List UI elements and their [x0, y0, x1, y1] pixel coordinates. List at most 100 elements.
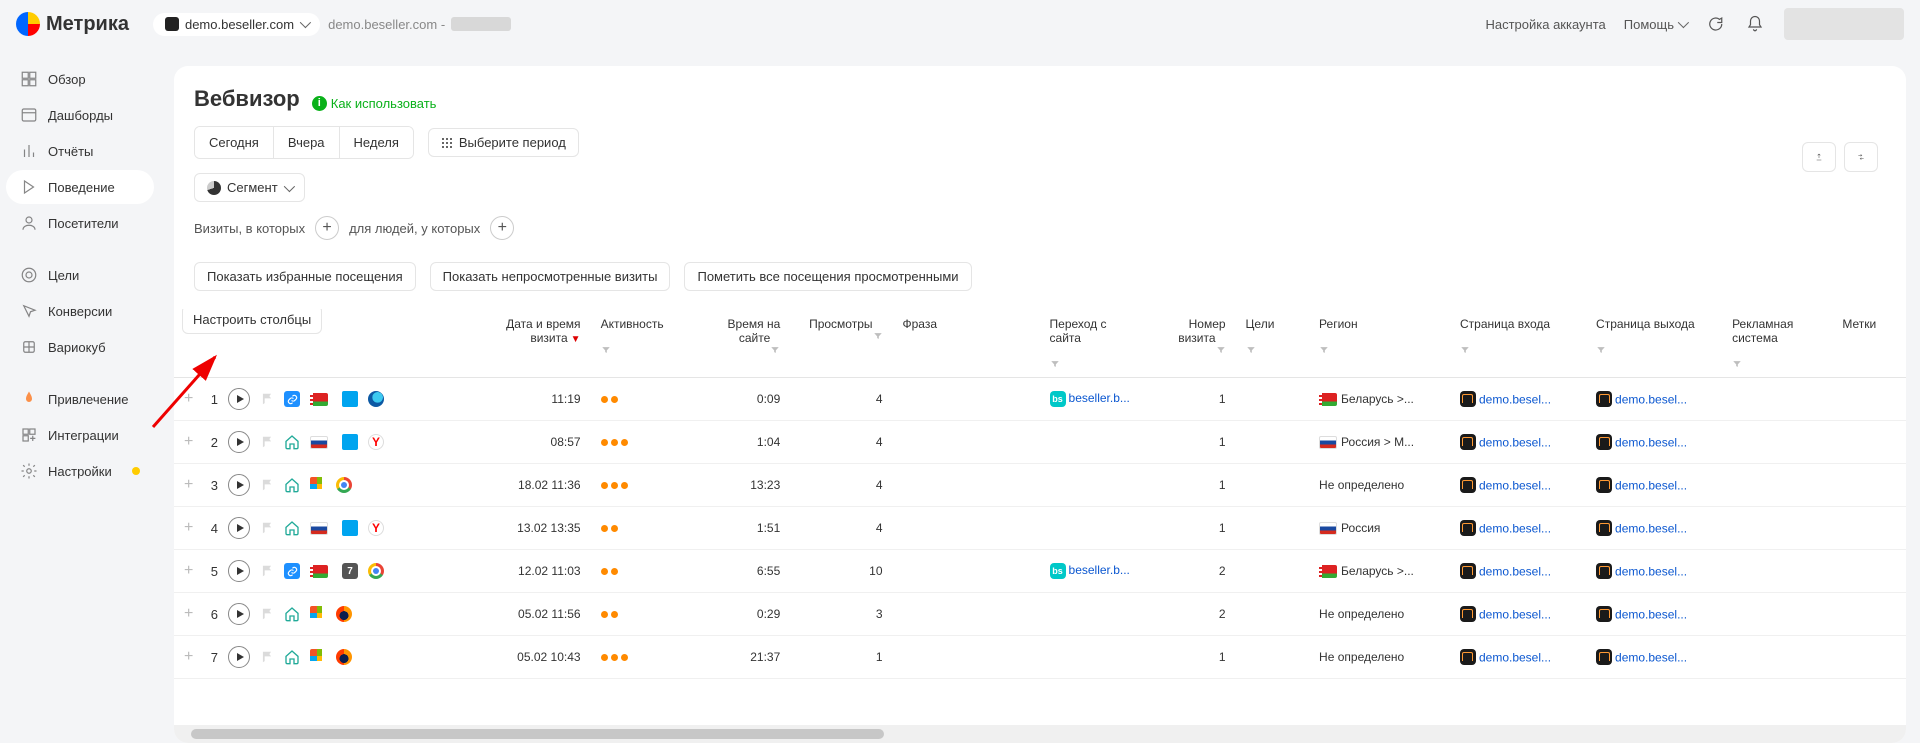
bookmark-flag-icon[interactable] [260, 521, 274, 535]
add-visit-filter-button[interactable]: + [315, 216, 339, 240]
sidebar-item-goals[interactable]: Цели [6, 258, 154, 292]
col-phrase[interactable]: Фраза [903, 317, 938, 331]
expand-row-button[interactable]: + [184, 607, 198, 621]
cell-exit: demo.besel... [1586, 507, 1722, 550]
sidebar-item-dashboards[interactable]: Дашборды [6, 98, 154, 132]
cell-ad-system [1722, 593, 1832, 636]
bookmark-flag-icon[interactable] [260, 650, 274, 664]
play-session-button[interactable] [228, 603, 250, 625]
col-region[interactable]: Регион [1319, 317, 1358, 331]
entry-page-link[interactable]: demo.besel... [1479, 393, 1551, 407]
referrer-link[interactable]: beseller.b... [1069, 391, 1130, 405]
sidebar-item-reports[interactable]: Отчёты [6, 134, 154, 168]
show-favorite-visits-button[interactable]: Показать избранные посещения [194, 262, 416, 291]
filter-icon[interactable] [1216, 345, 1226, 355]
col-goals[interactable]: Цели [1246, 317, 1275, 331]
bookmark-flag-icon[interactable] [260, 392, 274, 406]
sidebar-item-behavior[interactable]: Поведение [6, 170, 154, 204]
period-week[interactable]: Неделя [340, 127, 413, 158]
col-entry[interactable]: Страница входа [1460, 317, 1550, 331]
howto-link[interactable]: i Как использовать [312, 96, 437, 111]
bookmark-flag-icon[interactable] [260, 435, 274, 449]
sidebar-item-visitors[interactable]: Посетители [6, 206, 154, 240]
exit-page-link[interactable]: demo.besel... [1615, 436, 1687, 450]
play-session-button[interactable] [228, 646, 250, 668]
segment-button[interactable]: Сегмент [194, 173, 305, 202]
bookmark-flag-icon[interactable] [260, 478, 274, 492]
show-unseen-visits-button[interactable]: Показать непросмотренные визиты [430, 262, 671, 291]
col-datetime[interactable]: Дата и время визита [506, 317, 580, 345]
col-ad-system[interactable]: Рекламная система [1732, 317, 1793, 345]
configure-columns-button[interactable]: Настроить столбцы [182, 309, 322, 334]
filter-icon[interactable] [873, 331, 883, 341]
exit-page-link[interactable]: demo.besel... [1615, 479, 1687, 493]
exit-page-link[interactable]: demo.besel... [1615, 651, 1687, 665]
sidebar-item-integrations[interactable]: Интеграции [6, 418, 154, 452]
filter-icon[interactable] [601, 345, 611, 355]
filter-icon[interactable] [1246, 345, 1256, 355]
bookmark-flag-icon[interactable] [260, 564, 274, 578]
period-today[interactable]: Сегодня [195, 127, 274, 158]
notifications-icon[interactable] [1744, 13, 1766, 35]
help-dropdown[interactable]: Помощь [1624, 17, 1686, 32]
play-session-button[interactable] [228, 474, 250, 496]
entry-page-link[interactable]: demo.besel... [1479, 651, 1551, 665]
col-time-on-site[interactable]: Время на сайте [728, 317, 781, 345]
exit-page-link[interactable]: demo.besel... [1615, 522, 1687, 536]
col-tags[interactable]: Метки [1842, 317, 1876, 331]
play-session-button[interactable] [228, 517, 250, 539]
bookmark-flag-icon[interactable] [260, 607, 274, 621]
feedback-icon[interactable] [1704, 13, 1726, 35]
col-referrer[interactable]: Переход с сайта [1050, 317, 1107, 345]
entry-page-link[interactable]: demo.besel... [1479, 565, 1551, 579]
referrer-link[interactable]: beseller.b... [1069, 563, 1130, 577]
col-visit-no[interactable]: Номер визита [1178, 317, 1225, 345]
period-yesterday[interactable]: Вчера [274, 127, 340, 158]
horizontal-scrollbar[interactable] [174, 725, 1906, 743]
entry-page-link[interactable]: demo.besel... [1479, 608, 1551, 622]
user-avatar[interactable] [1784, 8, 1904, 40]
entry-page-link[interactable]: demo.besel... [1479, 522, 1551, 536]
expand-row-button[interactable]: + [184, 392, 198, 406]
activity-indicator [601, 439, 683, 446]
sidebar-item-conversions[interactable]: Конверсии [6, 294, 154, 328]
calendar-dots-icon [441, 137, 453, 149]
account-settings-link[interactable]: Настройка аккаунта [1485, 17, 1605, 32]
play-session-button[interactable] [228, 431, 250, 453]
play-session-button[interactable] [228, 560, 250, 582]
cell-exit: demo.besel... [1586, 550, 1722, 593]
exit-page-link[interactable]: demo.besel... [1615, 393, 1687, 407]
expand-row-button[interactable]: + [184, 478, 198, 492]
col-exit[interactable]: Страница выхода [1596, 317, 1695, 331]
filter-icon[interactable] [1732, 359, 1742, 369]
expand-row-button[interactable]: + [184, 564, 198, 578]
expand-row-button[interactable]: + [184, 650, 198, 664]
expand-row-button[interactable]: + [184, 435, 198, 449]
sidebar-item-overview[interactable]: Обзор [6, 62, 154, 96]
compare-button[interactable] [1844, 142, 1878, 172]
filter-icon[interactable] [1050, 359, 1060, 369]
filter-icon[interactable] [1460, 345, 1470, 355]
filter-icon[interactable] [1319, 345, 1329, 355]
sidebar-item-settings[interactable]: Настройки [6, 454, 154, 488]
add-people-filter-button[interactable]: + [490, 216, 514, 240]
period-custom-button[interactable]: Выберите период [428, 128, 579, 157]
entry-page-link[interactable]: demo.besel... [1479, 436, 1551, 450]
expand-row-button[interactable]: + [184, 521, 198, 535]
export-button[interactable] [1802, 142, 1836, 172]
mark-all-seen-button[interactable]: Пометить все посещения просмотренными [684, 262, 971, 291]
exit-page-link[interactable]: demo.besel... [1615, 608, 1687, 622]
col-views[interactable]: Просмотры [809, 317, 872, 331]
filter-icon[interactable] [770, 345, 780, 355]
cell-region: Не определено [1309, 464, 1450, 507]
sidebar-item-varioqub[interactable]: Вариокуб [6, 330, 154, 364]
play-session-button[interactable] [228, 388, 250, 410]
sidebar-item-acquisition[interactable]: Привлечение [6, 382, 154, 416]
entry-page-link[interactable]: demo.besel... [1479, 479, 1551, 493]
site-switcher[interactable]: demo.beseller.com [153, 13, 320, 36]
cell-phrase [893, 464, 1040, 507]
exit-page-link[interactable]: demo.besel... [1615, 565, 1687, 579]
col-activity[interactable]: Активность [601, 317, 664, 331]
brand-logo[interactable]: Метрика [16, 12, 129, 36]
filter-icon[interactable] [1596, 345, 1606, 355]
